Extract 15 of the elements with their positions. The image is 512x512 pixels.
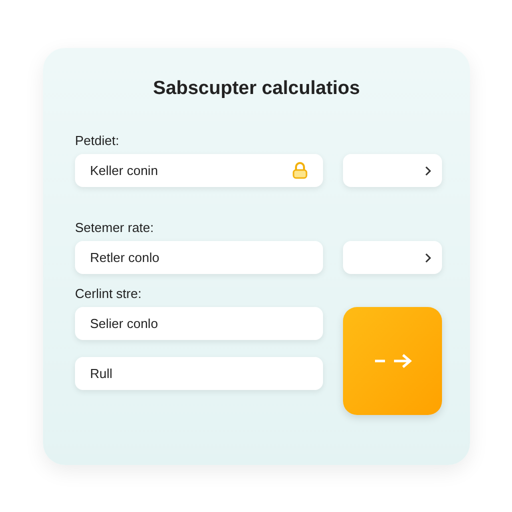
input-field[interactable]: Rull — [75, 357, 323, 390]
field-label: Cerlint stre: — [75, 286, 142, 302]
next-button[interactable] — [343, 241, 442, 274]
chevron-right-icon — [424, 166, 432, 176]
input-field[interactable]: Retler conlo — [75, 241, 323, 274]
arrow-right-icon — [374, 353, 412, 369]
input-field[interactable]: Keller conin — [75, 154, 323, 187]
field-label: Petdiet: — [75, 133, 120, 149]
chevron-right-icon — [424, 252, 432, 262]
card-title: Sabscupter calculatios — [152, 77, 361, 101]
next-button[interactable] — [343, 154, 442, 187]
go-button[interactable] — [343, 307, 442, 415]
input-field[interactable]: Selier conlo — [75, 307, 323, 340]
field-label: Setemer rate: — [75, 220, 155, 236]
padlock-icon — [292, 162, 308, 179]
